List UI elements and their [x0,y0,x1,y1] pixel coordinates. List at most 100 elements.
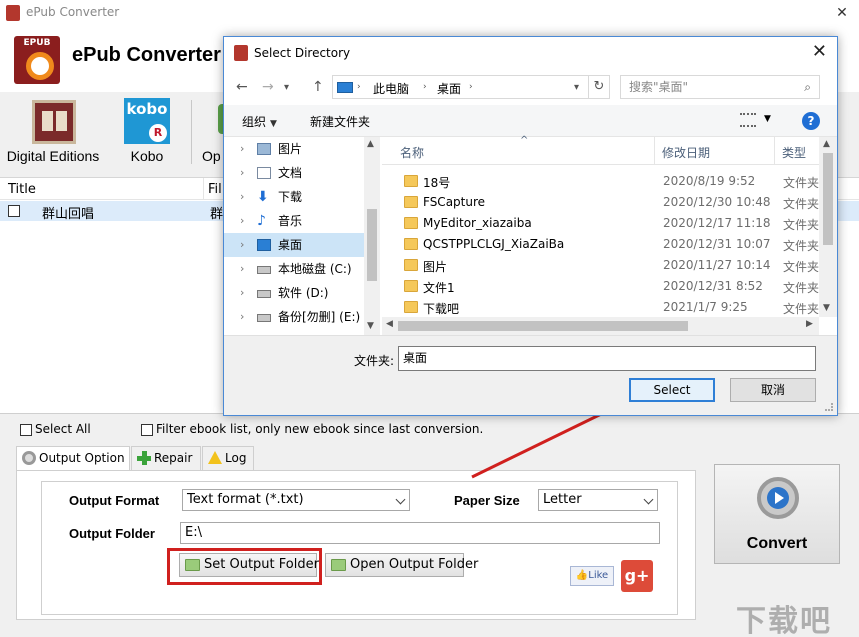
dialog-navigation-bar: ← → ▾ ↑ › 此电脑 › 桌面 › ▾ ↻ 搜索"桌面" ⌕ [224,69,837,105]
kobo-label: Kobo [130,148,164,164]
list-item[interactable]: 下载吧 2021/1/7 9:25 文件夹 [382,297,819,318]
drive-icon [257,314,271,322]
folder-icon [404,217,418,229]
play-icon [767,487,789,509]
convert-button[interactable]: Convert [714,464,840,564]
digital-editions-button[interactable]: Digital Editions [4,92,102,178]
breadcrumb-separator: › [423,82,427,92]
tree-item-drive-d[interactable]: › 软件 (D:) [224,281,364,305]
breadcrumb-separator: › [469,82,473,92]
file-list: 名称 ^ 修改日期 类型 18号 2020/8/19 9:52 文件夹 FSCa… [382,135,837,335]
computer-icon [337,82,353,93]
list-item[interactable]: 18号 2020/8/19 9:52 文件夹 [382,171,819,192]
refresh-button[interactable]: ↻ [588,75,610,99]
tree-item-desktop[interactable]: › 桌面 [224,233,364,257]
tab-log[interactable]: Log [202,446,254,470]
back-arrow-icon[interactable]: ← [236,79,248,95]
select-all-checkbox[interactable] [20,424,32,436]
tree-item-drive-e[interactable]: › 备份[勿删] (E:) [224,305,364,329]
new-folder-button[interactable]: 新建文件夹 [310,113,370,130]
output-settings-frame: Output Format Text format (*.txt) Paper … [41,481,678,615]
tab-repair[interactable]: Repair [131,446,201,470]
tree-item-downloads[interactable]: › ⬇ 下载 [224,185,364,209]
chevron-down-icon [643,494,654,505]
app-icon [6,5,20,21]
epub-logo-icon: EPUB [14,36,64,86]
list-item[interactable]: 图片 2020/11/27 10:14 文件夹 [382,255,819,276]
list-item[interactable]: MyEditor_xiazaiba 2020/12/17 11:18 文件夹 [382,213,819,234]
column-type[interactable]: 类型 [782,144,806,161]
list-item[interactable]: 文件1 2020/12/31 8:52 文件夹 [382,276,819,297]
close-window-button[interactable]: ✕ [820,0,859,26]
list-item[interactable]: QCSTPPLCLGJ_XiaZaiBa 2020/12/31 10:07 文件… [382,234,819,255]
resize-grip[interactable] [825,403,833,411]
download-icon: ⬇ [257,189,269,205]
select-directory-dialog: Select Directory ✕ ← → ▾ ↑ › 此电脑 › 桌面 › … [223,36,838,416]
folder-icon [404,259,418,271]
close-icon[interactable]: ✕ [812,41,827,62]
dialog-title: Select Directory [254,46,351,60]
open-output-folder-button[interactable]: Open Output Folder [325,553,478,577]
file-list-horizontal-scrollbar[interactable]: ◀ ▶ [382,317,819,335]
desktop-icon [257,239,271,251]
open-button[interactable]: Op [198,92,226,178]
output-format-select[interactable]: Text format (*.txt) [182,489,410,511]
file-list-header: 名称 ^ 修改日期 类型 [382,135,819,165]
mouse-cursor-icon [166,0,173,16]
tree-item-documents[interactable]: › 文档 [224,161,364,185]
set-folder-highlight-box [167,548,322,585]
tree-item-drive-c[interactable]: › 本地磁盘 (C:) [224,257,364,281]
column-title[interactable]: Title [8,182,36,197]
row-checkbox[interactable] [8,205,20,217]
digital-editions-label: Digital Editions [6,148,100,164]
paper-size-label: Paper Size [454,493,520,508]
cancel-button[interactable]: 取消 [730,378,816,402]
forward-arrow-icon[interactable]: → [262,79,274,95]
music-icon: ♪ [257,213,266,229]
documents-icon [257,167,271,179]
search-input[interactable]: 搜索"桌面" ⌕ [620,75,820,99]
recent-dropdown-icon[interactable]: ▾ [284,82,289,93]
tree-item-pictures[interactable]: › 图片 [224,137,364,161]
select-all-label: Select All [35,422,91,436]
column-name[interactable]: 名称 [400,144,424,161]
organize-menu[interactable]: 组织 ▼ [242,113,277,130]
column-file[interactable]: Fil [208,182,222,197]
column-date[interactable]: 修改日期 [662,144,710,161]
up-arrow-icon[interactable]: ↑ [312,79,324,95]
output-folder-label: Output Folder [69,526,155,541]
window-title: ePub Converter [26,5,120,19]
toolbar-divider [191,100,192,164]
kobo-button[interactable]: kobo R Kobo [116,92,178,178]
folder-name-label: 文件夹: [354,354,395,368]
folder-tree-scrollbar[interactable]: ▲ ▼ [364,137,380,335]
paper-size-select[interactable]: Letter [538,489,658,511]
list-item[interactable]: FSCapture 2020/12/30 10:48 文件夹 [382,192,819,213]
view-options-icon[interactable] [740,113,756,127]
filter-label: Filter ebook list, only new ebook since … [156,422,484,436]
folder-icon [404,175,418,187]
like-button[interactable]: 👍Like [570,566,614,586]
address-dropdown-icon[interactable]: ▾ [574,82,579,93]
folder-name-input[interactable]: 桌面 [398,346,816,371]
output-folder-input[interactable]: E:\ [180,522,660,544]
google-plus-button[interactable]: g+ [621,560,653,592]
app-icon [234,45,248,61]
address-bar[interactable]: › 此电脑 › 桌面 › [332,75,610,99]
folder-icon [404,301,418,313]
tab-output-option[interactable]: Output Option [16,446,130,472]
tree-item-music[interactable]: › ♪ 音乐 [224,209,364,233]
folder-tree: › 图片 › 文档 › ⬇ 下载 › ♪ 音乐 › 桌面 › 本地磁盘 (C:) ›… [224,137,380,335]
breadcrumb-desktop[interactable]: 桌面 [437,80,461,97]
row-file: 群 [210,207,224,222]
select-button[interactable]: Select [629,378,715,402]
breadcrumb-this-pc[interactable]: 此电脑 [373,80,409,97]
options-bar: Select All Filter ebook list, only new e… [0,418,859,442]
file-list-vertical-scrollbar[interactable]: ▲ ▼ [819,137,837,317]
help-icon[interactable]: ? [802,112,820,130]
title-bar: ePub Converter ✕ [0,0,859,26]
chevron-down-icon[interactable]: ▼ [764,114,771,124]
filter-checkbox[interactable] [141,424,153,436]
output-format-label: Output Format [69,493,160,508]
digital-editions-icon [32,100,76,144]
